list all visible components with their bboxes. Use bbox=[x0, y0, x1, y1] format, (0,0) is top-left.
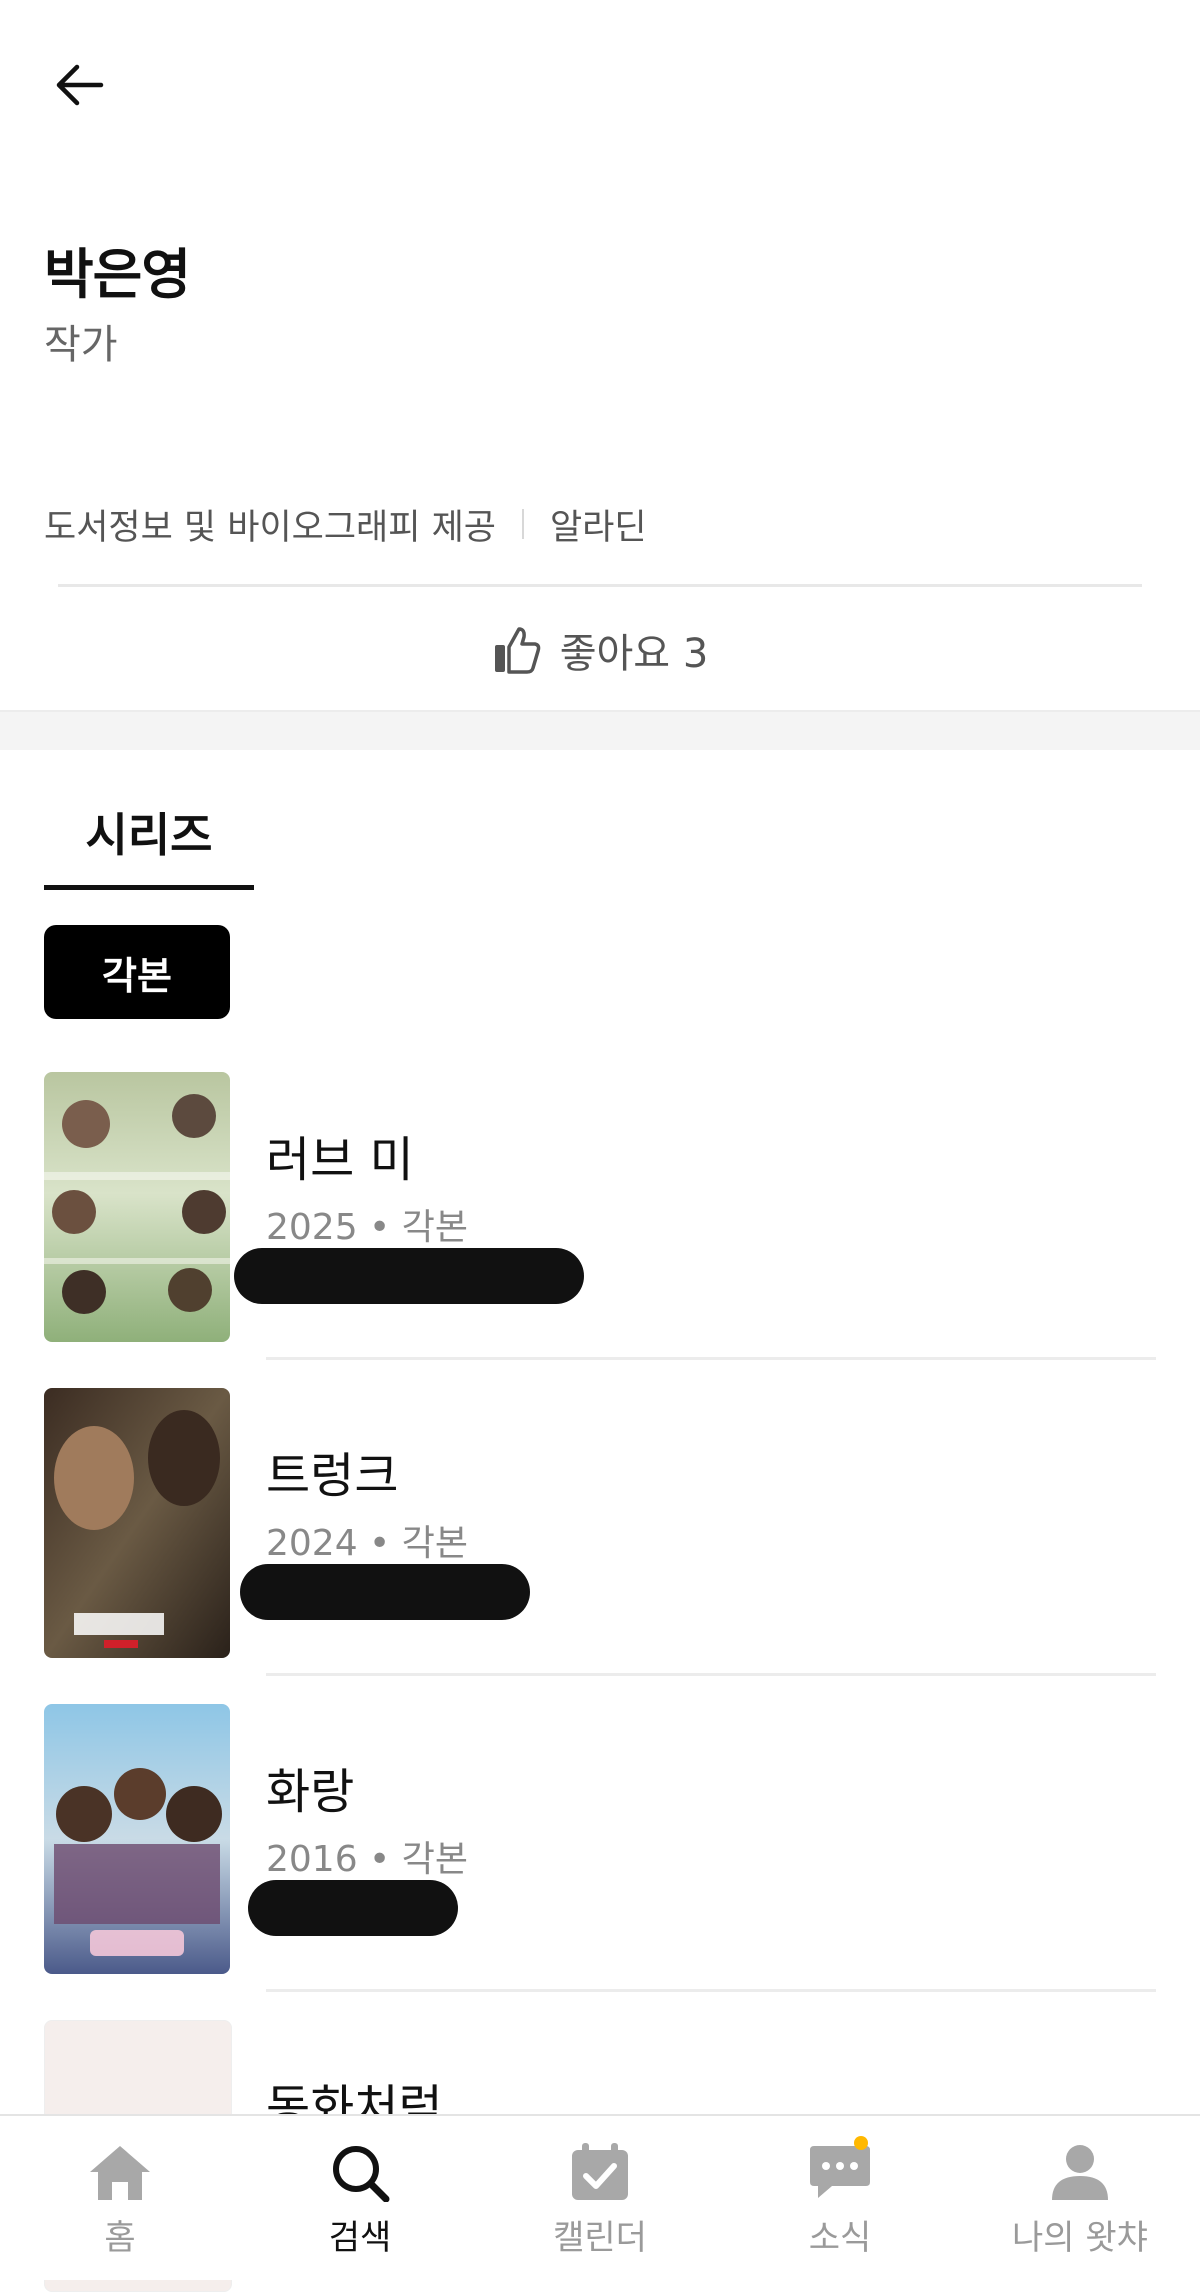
redacted-area bbox=[234, 1248, 584, 1304]
bottom-nav: 홈 검색 캘린더 소식 나의 왓챠 bbox=[0, 2114, 1200, 2280]
divider bbox=[266, 1357, 1156, 1360]
search-icon bbox=[333, 2146, 390, 2202]
nav-label: 소식 bbox=[808, 2218, 872, 2258]
nav-news[interactable]: 소식 bbox=[720, 2116, 960, 2280]
series-meta: 2025 • 각본 bbox=[266, 1207, 468, 1248]
person-name: 박은영 bbox=[44, 243, 191, 306]
credit-row: 도서정보 및 바이오그래피 제공 알라딘 bbox=[44, 496, 647, 552]
series-meta: 2024 • 각본 bbox=[266, 1523, 468, 1564]
divider bbox=[266, 1673, 1156, 1676]
back-button[interactable] bbox=[44, 50, 114, 120]
credit-text: 도서정보 및 바이오그래피 제공 bbox=[44, 507, 496, 548]
thumbs-up-icon bbox=[492, 625, 542, 675]
list-item[interactable]: 트렁크 2024 • 각본 bbox=[44, 1388, 1156, 1676]
home-icon bbox=[90, 2146, 150, 2200]
nav-home[interactable]: 홈 bbox=[0, 2116, 240, 2280]
series-meta: 2016 • 각본 bbox=[266, 1839, 468, 1880]
nav-label: 홈 bbox=[104, 2218, 136, 2258]
poster-image bbox=[44, 1704, 230, 1974]
redacted-area bbox=[240, 1564, 530, 1620]
nav-calendar[interactable]: 캘린더 bbox=[480, 2116, 720, 2280]
nav-label: 검색 bbox=[328, 2218, 392, 2258]
divider bbox=[266, 1989, 1156, 1992]
notification-badge bbox=[854, 2136, 868, 2150]
person-role: 작가 bbox=[44, 322, 118, 368]
like-label: 좋아요 3 bbox=[559, 631, 709, 677]
series-title: 화랑 bbox=[266, 1764, 355, 1820]
tab-series[interactable]: 시리즈 bbox=[44, 778, 254, 890]
calendar-icon bbox=[572, 2143, 628, 2200]
poster-image bbox=[44, 1388, 230, 1658]
chat-icon bbox=[810, 2146, 870, 2198]
user-icon bbox=[1052, 2145, 1108, 2200]
poster-image bbox=[44, 1072, 230, 1342]
nav-search[interactable]: 검색 bbox=[240, 2116, 480, 2280]
arrow-left-icon bbox=[56, 64, 104, 106]
nav-my-watcha[interactable]: 나의 왓챠 bbox=[960, 2116, 1200, 2280]
series-title: 러브 미 bbox=[266, 1132, 414, 1188]
series-title: 트렁크 bbox=[266, 1448, 399, 1504]
list-item[interactable]: 러브 미 2025 • 각본 bbox=[44, 1072, 1156, 1360]
like-button[interactable]: 좋아요 3 bbox=[0, 610, 1200, 690]
redacted-area bbox=[248, 1880, 458, 1936]
divider bbox=[58, 584, 1142, 587]
list-item[interactable]: 화랑 2016 • 각본 bbox=[44, 1704, 1156, 1992]
nav-label: 캘린더 bbox=[553, 2218, 647, 2258]
nav-label: 나의 왓챠 bbox=[1012, 2218, 1148, 2258]
section-gap bbox=[0, 710, 1200, 750]
credit-provider[interactable]: 알라딘 bbox=[550, 499, 647, 550]
credit-separator bbox=[521, 509, 524, 539]
filter-chip-screenplay[interactable]: 각본 bbox=[44, 925, 230, 1019]
